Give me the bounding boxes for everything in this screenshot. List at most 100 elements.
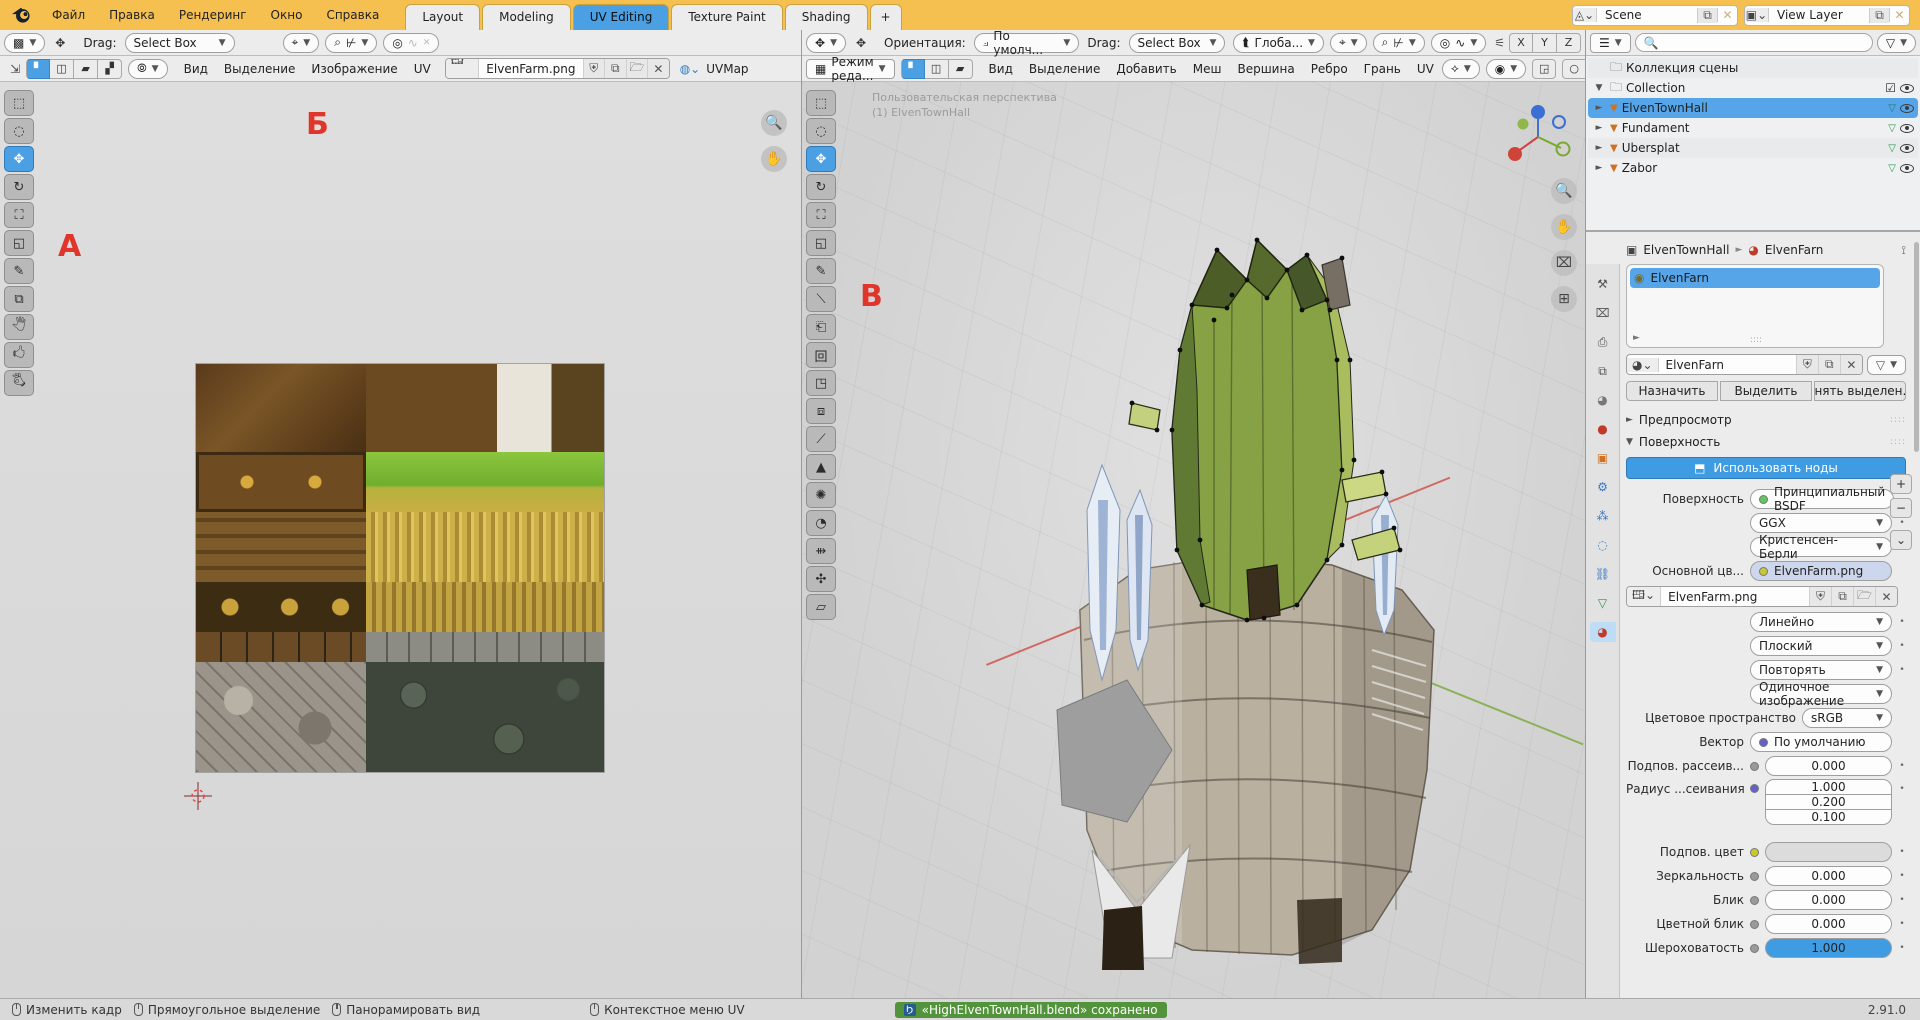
vp-zoom-icon[interactable]: 🔍 [1551,178,1577,204]
save-status-badge[interactable]: Ϧ «HighElvenTownHall.blend» сохранено [895,1002,1167,1018]
material-name[interactable]: ElvenFarn [1659,358,1796,372]
preview-section-header[interactable]: ► Предпросмотр :::: [1626,409,1906,431]
surface-shader-button[interactable]: Принципиальный BSDF [1750,489,1894,509]
vp-tool-tweak[interactable]: ⬚ [806,90,836,116]
collection-checkbox[interactable]: ☑ [1885,81,1896,95]
radius-z-field[interactable]: 0.100 [1765,810,1892,825]
outliner-display-mode-dropdown[interactable]: ☰▼ [1590,33,1631,53]
radius-y-field[interactable]: 0.200 [1765,795,1892,810]
vp-tool-polybuild[interactable]: ▲ [806,454,836,480]
image-copy-icon[interactable]: ⧉ [604,59,626,78]
material-copy-icon[interactable]: ⧉ [1818,355,1840,374]
vp-tool-select-circle[interactable]: ◌ [806,118,836,144]
vp-menu-vertex[interactable]: Вершина [1229,62,1302,76]
mirror-x-button[interactable]: X [1509,33,1533,53]
uv-canvas[interactable]: ⬚ ◌ ✥ ↻ ⛶ ◱ ✎ ⧉ 🖑 🖒 🖏 🔍 ✋ А Б [0,82,801,998]
vp-transform-orientation-dropdown[interactable]: ⮬Глоба...▼ [1233,33,1324,53]
vp-menu-face[interactable]: Грань [1356,62,1409,76]
texture-copy-icon[interactable]: ⧉ [1831,587,1853,606]
outliner-filter-dropdown[interactable]: ▽▼ [1877,33,1916,53]
elven-town-hall-model[interactable] [1042,210,1462,970]
deselect-button[interactable]: Снять выделен... [1814,381,1906,401]
uv-sync-select-icon[interactable]: ⇲ [10,62,20,76]
vp-tool-spin[interactable]: ✺ [806,482,836,508]
outliner-scene-collection-row[interactable]: 🗀 Коллекция сцены [1588,58,1918,78]
navigation-gizmo[interactable] [1505,104,1571,170]
uv-proportional-edit-dropdown[interactable]: ◎∿✕ [383,33,439,53]
uv-tool-grab[interactable]: 🖑 [4,314,34,340]
uv-tool-select-circle[interactable]: ◌ [4,118,34,144]
select-button[interactable]: Выделить [1720,381,1812,401]
uv-menu-uv[interactable]: UV [406,62,439,76]
tab-tool[interactable]: ⚒ [1590,274,1616,294]
tab-object[interactable]: ▣ [1590,448,1616,468]
uv-tool-tweak[interactable]: ⬚ [4,90,34,116]
vp-pivot-dropdown[interactable]: ⌖▼ [1330,33,1367,53]
vp-snap-dropdown[interactable]: ⌕⊬▼ [1373,33,1425,53]
uv-edge-select-button[interactable]: ◫ [50,59,74,79]
uv-active-tool-move-icon[interactable]: ✥ [55,36,65,50]
vp-tool-move[interactable]: ✥ [806,146,836,172]
uvmap-icon[interactable]: ◍⌄ [680,62,701,76]
vp-camera-view-icon[interactable]: ⌧ [1551,250,1577,276]
radius-x-field[interactable]: 1.000 [1765,779,1892,795]
shading-wireframe-button[interactable]: ○ [1562,59,1586,79]
vp-menu-add[interactable]: Добавить [1108,62,1184,76]
vp-tool-shear[interactable]: ▱ [806,594,836,620]
vp-menu-edge[interactable]: Ребро [1303,62,1356,76]
blender-logo-icon[interactable] [10,6,32,24]
outliner-collection-row[interactable]: ▼🗀 Collection ☑ [1588,78,1918,98]
tab-constraints[interactable]: ⛓ [1590,564,1616,584]
show-gizmo-dropdown[interactable]: ⟡▼ [1442,59,1480,79]
mirror-z-button[interactable]: Z [1557,33,1581,53]
outliner-search-input[interactable]: 🔍 [1635,33,1873,52]
menu-help[interactable]: Справка [314,8,391,22]
specular-tint-field[interactable]: 0.000 [1765,914,1892,934]
tab-scene[interactable]: ◕ [1590,390,1616,410]
tab-modeling[interactable]: Modeling [482,4,571,30]
vp-tool-smooth[interactable]: ◔ [806,510,836,536]
vp-tool-shrink[interactable]: ✣ [806,566,836,592]
mirror-y-button[interactable]: Y [1533,33,1557,53]
uv-texture-image[interactable] [196,364,604,772]
vp-editor-type-button[interactable]: ✥▼ [806,33,846,53]
colorspace-dropdown[interactable]: sRGB▼ [1802,708,1892,728]
sss-color-swatch[interactable] [1765,842,1892,862]
vp-menu-uv[interactable]: UV [1409,62,1442,76]
vp-canvas[interactable]: Пользовательская перспектива (1) ElvenTo… [802,82,1585,998]
tab-output[interactable]: ⎙ [1590,332,1616,352]
tab-texture-paint[interactable]: Texture Paint [671,4,782,30]
object-eye-icon[interactable] [1900,164,1914,173]
uv-zoom-icon[interactable]: 🔍 [761,110,787,136]
material-browse-icon[interactable]: ◕⌄ [1627,358,1659,372]
uv-vertex-select-button[interactable]: ▘ [26,59,50,79]
xray-toggle-button[interactable]: ◲ [1532,59,1556,79]
tab-world[interactable]: ● [1590,419,1616,439]
object-eye-icon[interactable] [1900,104,1914,113]
interpolation-dropdown[interactable]: Линейно▼ [1750,612,1892,632]
vp-proportional-edit-dropdown[interactable]: ◎∿▼ [1431,33,1486,53]
uv-editor-type-button[interactable]: ▩▼ [4,33,45,53]
uv-sticky-select-dropdown[interactable]: ⦾▼ [128,59,168,79]
fake-user-shield-icon[interactable]: ⛨ [583,59,605,78]
roughness-slider[interactable]: 1.000 [1765,938,1892,958]
uv-tool-transform[interactable]: ◱ [4,230,34,256]
vertex-mode-button[interactable]: ▘ [901,59,925,79]
projection-dropdown[interactable]: Плоский▼ [1750,636,1892,656]
slot-specials-dropdown[interactable]: ⌄ [1890,530,1912,550]
scene-icon[interactable]: ◬⌄ [1573,8,1597,22]
texture-folder-icon[interactable]: 🗁 [1853,587,1875,606]
vp-tool-extrude[interactable]: ⎗ [806,314,836,340]
uv-tool-scale[interactable]: ⛶ [4,202,34,228]
uv-menu-view[interactable]: Вид [176,62,216,76]
uv-tool-rip[interactable]: ⧉ [4,286,34,312]
menu-edit[interactable]: Правка [97,8,167,22]
vector-button[interactable]: По умолчанию [1750,732,1892,752]
object-eye-icon[interactable] [1900,124,1914,133]
vp-mode-dropdown[interactable]: ▦Режим реда...▼ [806,59,895,79]
texture-image-browse-icon[interactable]: 🖽⌄ [1627,586,1661,607]
vp-tool-measure[interactable]: ⟍ [806,286,836,312]
use-nodes-button[interactable]: ⬒ Использовать ноды [1626,457,1906,479]
edge-mode-button[interactable]: ◫ [925,59,949,79]
add-workspace-button[interactable]: + [870,4,902,30]
